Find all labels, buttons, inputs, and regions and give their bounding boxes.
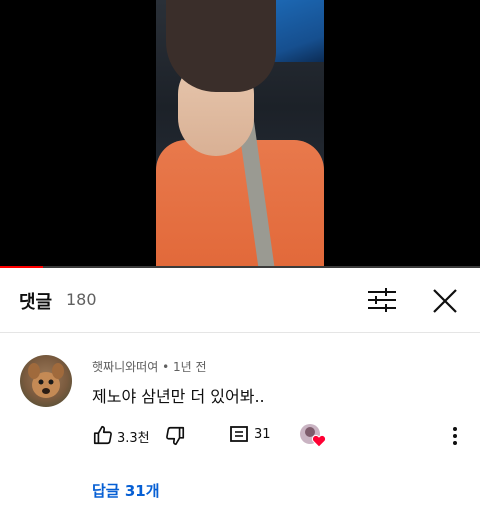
comments-count: 180 [66, 290, 97, 309]
like-icon[interactable] [92, 424, 114, 446]
video-frame [156, 0, 324, 268]
comment-author[interactable]: 햇짜니와떠여 [92, 360, 158, 374]
comment-text: 제노야 삼년만 더 있어봐.. [92, 387, 265, 406]
view-replies-link[interactable]: 답글 31개 [92, 480, 160, 501]
comments-title: 댓글 [19, 292, 53, 313]
comment-actions: 3.3천 31 [92, 422, 472, 450]
comments-header: 댓글 180 [0, 268, 480, 333]
more-options-icon[interactable] [448, 424, 462, 448]
shirt-image [156, 140, 324, 268]
close-icon[interactable] [430, 286, 460, 316]
creator-heart-icon [300, 424, 327, 448]
comment-meta: 햇짜니와떠여 • 1년 전 [92, 358, 207, 375]
dislike-icon[interactable] [164, 425, 186, 447]
meta-separator: • [162, 360, 170, 374]
like-count: 3.3천 [117, 431, 150, 446]
video-player[interactable] [0, 0, 480, 269]
reply-icon[interactable] [230, 426, 248, 444]
comment-time: 1년 전 [172, 360, 207, 374]
hair-image [166, 0, 276, 92]
commenter-avatar[interactable] [20, 355, 72, 407]
sort-filter-icon[interactable] [366, 286, 398, 314]
reply-count: 31 [254, 427, 271, 442]
